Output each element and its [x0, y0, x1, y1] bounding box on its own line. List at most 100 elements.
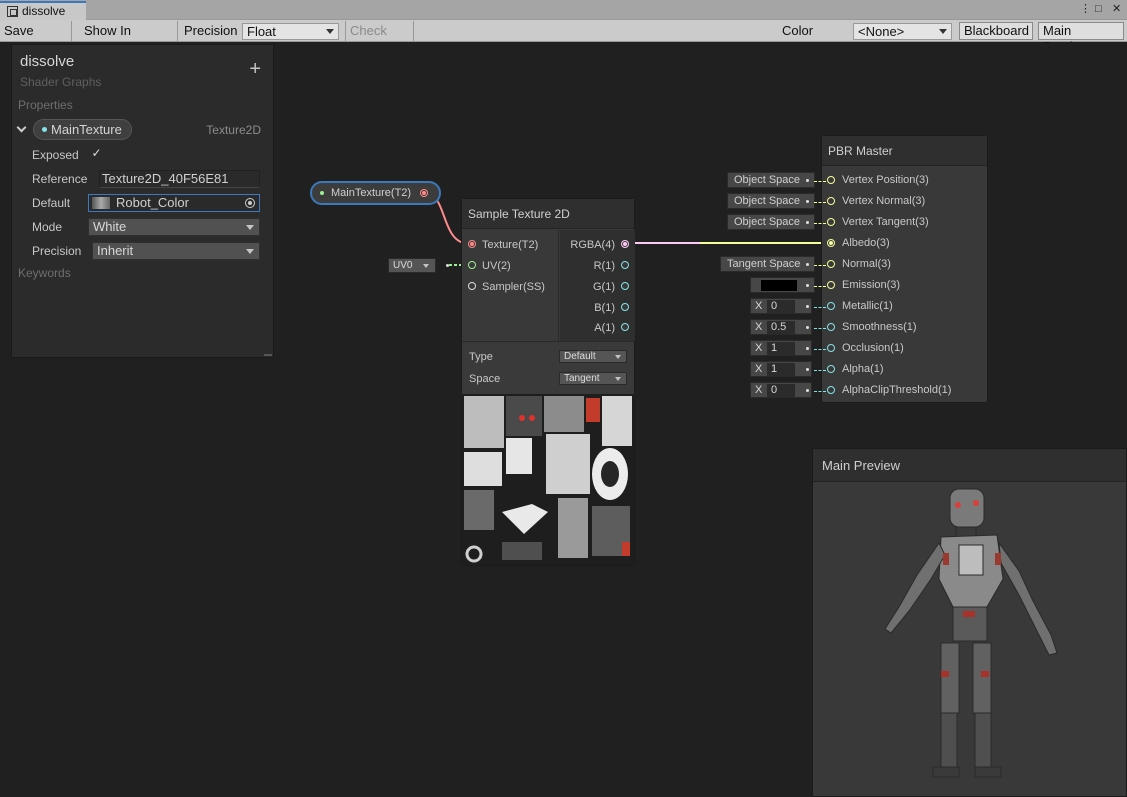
port-label: UV(2) — [482, 260, 511, 272]
r-output-port[interactable] — [621, 261, 629, 269]
metallic-value[interactable]: 0 — [767, 300, 795, 313]
space-select-value: Tangent — [564, 373, 600, 384]
port-label: R(1) — [593, 260, 615, 272]
property-port-dot — [42, 127, 47, 132]
port-label: RGBA(4) — [570, 239, 615, 251]
alpha-field[interactable]: X1 — [750, 361, 812, 377]
connector-line — [814, 202, 826, 203]
main-preview-panel[interactable]: Main Preview — [812, 448, 1127, 797]
smoothness-value[interactable]: 0.5 — [767, 321, 795, 334]
pbr-input-port[interactable] — [827, 197, 835, 205]
pbr-port-label: Normal(3) — [842, 258, 891, 270]
pbr-input-port[interactable] — [827, 323, 835, 331]
pbr-input-port[interactable] — [827, 302, 835, 310]
pbr-input-port[interactable] — [827, 218, 835, 226]
node-settings: Type Default Space Tangent — [462, 341, 634, 393]
sample-texture-title: Sample Texture 2D — [462, 199, 634, 229]
vertex-tangent-space[interactable]: Object Space — [727, 214, 815, 230]
uv-input-port[interactable] — [468, 261, 476, 269]
uv-channel-value: UV0 — [393, 260, 413, 271]
connector-dot — [806, 221, 809, 224]
space-select[interactable]: Tangent — [559, 372, 627, 385]
exposed-checkbox[interactable]: ✓ — [90, 147, 103, 160]
pbr-port-label: Vertex Normal(3) — [842, 195, 926, 207]
blackboard-title: dissolve — [20, 53, 75, 70]
connector-dot — [806, 326, 809, 329]
property-node[interactable]: MainTexture(T2) — [310, 181, 441, 205]
blackboard-panel: dissolve Shader Graphs + Properties Main… — [11, 44, 274, 358]
texture-thumbnail — [92, 197, 110, 209]
chevron-down-icon — [246, 249, 254, 254]
property-output-port-fill — [422, 191, 426, 195]
pbr-port-label: Emission(3) — [842, 279, 901, 291]
pbr-input-port[interactable] — [827, 281, 835, 289]
pbr-port-label: Vertex Tangent(3) — [842, 216, 929, 228]
connector-line — [814, 223, 826, 224]
reference-input[interactable]: Texture2D_40F56E81 — [99, 170, 260, 188]
connector-line — [814, 349, 826, 350]
pbr-input-port[interactable] — [827, 344, 835, 352]
albedo-port-fill — [829, 241, 833, 245]
chevron-down-icon — [615, 355, 621, 359]
chevron-down-icon[interactable] — [16, 122, 27, 133]
property-precision-value: Inherit — [97, 243, 134, 258]
port-label: Texture(T2) — [482, 239, 539, 251]
port-label: B(1) — [594, 302, 615, 314]
add-property-icon[interactable]: + — [249, 59, 261, 79]
property-type: Texture2D — [206, 123, 261, 137]
robot-model-preview[interactable] — [813, 483, 1126, 797]
property-name: MainTexture — [51, 122, 122, 137]
x-label: X — [755, 363, 763, 375]
vertex-position-space[interactable]: Object Space — [727, 172, 815, 188]
x-label: X — [755, 300, 763, 312]
alpha-value[interactable]: 1 — [767, 363, 795, 376]
smoothness-field[interactable]: X 0.5 — [750, 319, 812, 335]
normal-space[interactable]: Tangent Space — [720, 256, 815, 272]
occlusion-field[interactable]: X1 — [750, 340, 812, 356]
port-label: G(1) — [593, 281, 615, 293]
texture-preview — [462, 394, 634, 565]
pbr-input-port[interactable] — [827, 176, 835, 184]
x-label: X — [755, 384, 763, 396]
alpha-clip-field[interactable]: X0 — [750, 382, 812, 398]
alpha-clip-value[interactable]: 0 — [767, 384, 795, 397]
default-label: Default — [32, 196, 71, 210]
sampler-input-port[interactable] — [468, 282, 476, 290]
chevron-down-icon — [246, 225, 254, 230]
property-precision-select[interactable]: Inherit — [92, 242, 260, 260]
object-picker-icon[interactable] — [245, 198, 255, 208]
pbr-port-label: Vertex Position(3) — [842, 174, 929, 186]
uv-channel-select[interactable]: UV0 — [388, 258, 436, 273]
pbr-input-port[interactable] — [827, 386, 835, 394]
keywords-header: Keywords — [18, 266, 71, 280]
output-ports: RGBA(4) R(1) G(1) B(1) A(1) — [560, 230, 635, 341]
pbr-input-port[interactable] — [827, 260, 835, 268]
input-ports: Texture(T2) UV(2) Sampler(SS) — [462, 230, 559, 341]
type-select[interactable]: Default — [559, 350, 627, 363]
connector-line — [814, 265, 826, 266]
mode-select-value: White — [93, 219, 127, 234]
pbr-port-label: Albedo(3) — [842, 237, 890, 249]
connector-line — [814, 286, 826, 287]
metallic-field[interactable]: X0 — [750, 298, 812, 314]
b-output-port[interactable] — [621, 303, 629, 311]
property-node-label: MainTexture(T2) — [331, 187, 412, 199]
emission-color-swatch — [761, 280, 797, 291]
mode-select[interactable]: White — [88, 218, 260, 236]
occlusion-value[interactable]: 1 — [767, 342, 795, 355]
property-pill[interactable]: MainTexture — [33, 119, 132, 140]
texture-input-port-fill — [470, 242, 474, 246]
vertex-normal-space[interactable]: Object Space — [727, 193, 815, 209]
chevron-down-icon — [615, 377, 621, 381]
connector-dot — [806, 347, 809, 350]
pbr-port-label: Smoothness(1) — [842, 321, 917, 333]
chevron-down-icon — [423, 264, 429, 268]
connector-line — [814, 307, 826, 308]
g-output-port[interactable] — [621, 282, 629, 290]
pbr-input-port[interactable] — [827, 365, 835, 373]
resize-grip[interactable] — [264, 353, 272, 356]
pbr-port-label: AlphaClipThreshold(1) — [842, 384, 952, 396]
default-texture-field[interactable]: Robot_Color — [88, 194, 260, 212]
sample-texture-2d-node[interactable]: Sample Texture 2D Texture(T2) UV(2) Samp… — [461, 198, 635, 566]
a-output-port[interactable] — [621, 323, 629, 331]
